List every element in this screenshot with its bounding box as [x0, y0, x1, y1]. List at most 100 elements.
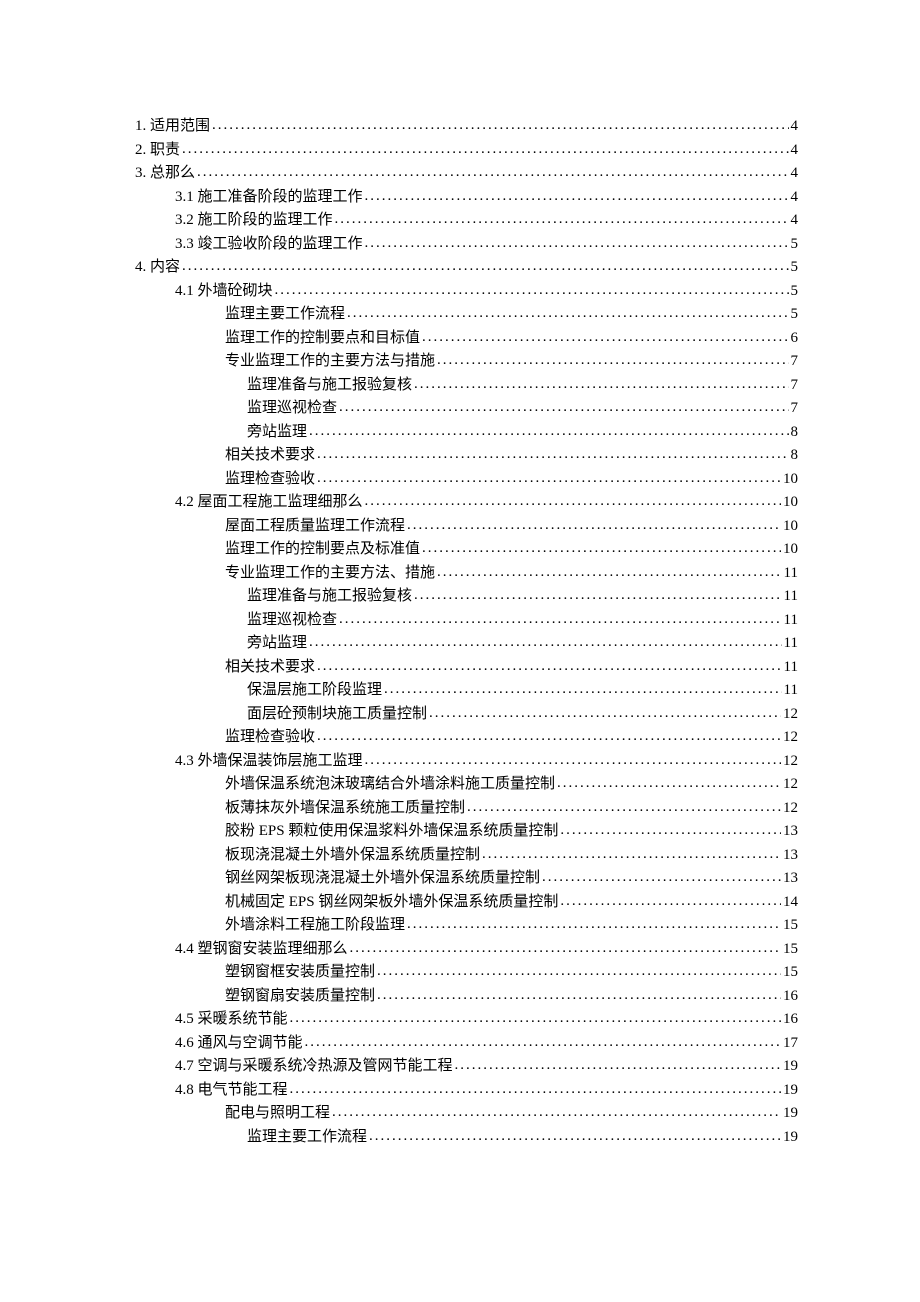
- toc-entry[interactable]: 监理主要工作流程19: [135, 1126, 798, 1149]
- toc-entry[interactable]: 4.7 空调与采暖系统冷热源及管网节能工程 19: [135, 1055, 798, 1078]
- toc-leader-dots: [339, 608, 782, 631]
- toc-entry-page: 15: [783, 914, 798, 937]
- toc-entry[interactable]: 3.2 施工阶段的监理工作 4: [135, 209, 798, 232]
- toc-entry-page: 5: [791, 303, 799, 326]
- toc-entry-label: 面层砼预制块施工质量控制: [247, 703, 427, 726]
- toc-entry[interactable]: 3. 总那么4: [135, 162, 798, 185]
- toc-leader-dots: [365, 490, 781, 513]
- toc-leader-dots: [414, 373, 788, 396]
- toc-entry[interactable]: 胶粉 EPS 颗粒使用保温浆料外墙保温系统质量控制13: [135, 820, 798, 843]
- toc-entry-label: 专业监理工作的主要方法、措施: [225, 562, 435, 585]
- toc-entry[interactable]: 监理巡视检查11: [135, 609, 798, 632]
- toc-entry[interactable]: 机械固定 EPS 钢丝网架板外墙外保温系统质量控制 14: [135, 891, 798, 914]
- toc-entry-label: 屋面工程质量监理工作流程: [225, 515, 405, 538]
- toc-entry-label: 4.1 外墙砼砌块: [175, 280, 273, 303]
- toc-entry-page: 14: [783, 891, 798, 914]
- toc-leader-dots: [212, 114, 788, 137]
- toc-entry-label: 监理工作的控制要点和目标值: [225, 327, 420, 350]
- toc-entry-page: 12: [783, 773, 798, 796]
- toc-entry[interactable]: 监理主要工作流程5: [135, 303, 798, 326]
- toc-entry-label: 机械固定 EPS 钢丝网架板外墙外保温系统质量控制: [225, 891, 558, 914]
- toc-entry[interactable]: 监理工作的控制要点和目标值6: [135, 327, 798, 350]
- toc-leader-dots: [317, 443, 788, 466]
- toc-entry-label: 4.7 空调与采暖系统冷热源及管网节能工程: [175, 1055, 453, 1078]
- toc-entry[interactable]: 板薄抹灰外墙保温系统施工质量控制12: [135, 797, 798, 820]
- toc-entry-page: 16: [783, 985, 798, 1008]
- toc-entry[interactable]: 监理巡视检查7: [135, 397, 798, 420]
- toc-entry[interactable]: 监理检查验收10: [135, 468, 798, 491]
- toc-entry[interactable]: 塑钢窗框安装质量控制15: [135, 961, 798, 984]
- toc-leader-dots: [542, 866, 781, 889]
- toc-leader-dots: [290, 1007, 781, 1030]
- toc-entry[interactable]: 4.1 外墙砼砌块5: [135, 280, 798, 303]
- toc-entry[interactable]: 监理检查验收12: [135, 726, 798, 749]
- toc-entry[interactable]: 相关技术要求8: [135, 444, 798, 467]
- toc-entry-label: 相关技术要求: [225, 656, 315, 679]
- toc-entry-label: 4.3 外墙保温装饰层施工监理: [175, 750, 363, 773]
- toc-entry[interactable]: 4.8 电气节能工程19: [135, 1079, 798, 1102]
- toc-leader-dots: [560, 890, 781, 913]
- toc-entry-label: 监理主要工作流程: [247, 1126, 367, 1149]
- toc-leader-dots: [407, 514, 781, 537]
- toc-entry-label: 4.8 电气节能工程: [175, 1079, 288, 1102]
- toc-entry[interactable]: 4. 内容5: [135, 256, 798, 279]
- toc-entry-label: 监理工作的控制要点及标准值: [225, 538, 420, 561]
- toc-entry[interactable]: 4.4 塑钢窗安装监理细那么15: [135, 938, 798, 961]
- toc-entry[interactable]: 4.2 屋面工程施工监理细那么10: [135, 491, 798, 514]
- toc-entry-label: 专业监理工作的主要方法与措施: [225, 350, 435, 373]
- toc-entry[interactable]: 配电与照明工程19: [135, 1102, 798, 1125]
- toc-entry-label: 板薄抹灰外墙保温系统施工质量控制: [225, 797, 465, 820]
- toc-entry-label: 保温层施工阶段监理: [247, 679, 382, 702]
- toc-entry-page: 11: [784, 585, 798, 608]
- toc-entry-page: 15: [783, 961, 798, 984]
- toc-entry-label: 3.2 施工阶段的监理工作: [175, 209, 333, 232]
- toc-entry-label: 旁站监理: [247, 421, 307, 444]
- toc-entry[interactable]: 钢丝网架板现浇混凝土外墙外保温系统质量控制13: [135, 867, 798, 890]
- toc-leader-dots: [365, 749, 781, 772]
- toc-entry-page: 11: [784, 656, 798, 679]
- toc-entry-label: 2. 职责: [135, 139, 180, 162]
- toc-entry-label: 4.5 采暖系统节能: [175, 1008, 288, 1031]
- toc-entry-page: 11: [784, 562, 798, 585]
- toc-entry[interactable]: 旁站监理11: [135, 632, 798, 655]
- toc-entry[interactable]: 专业监理工作的主要方法、措施 11: [135, 562, 798, 585]
- toc-entry[interactable]: 相关技术要求 11: [135, 656, 798, 679]
- toc-entry[interactable]: 3.3 竣工验收阶段的监理工作5: [135, 233, 798, 256]
- toc-leader-dots: [429, 702, 781, 725]
- toc-entry[interactable]: 3.1 施工准备阶段的监理工作4: [135, 186, 798, 209]
- toc-leader-dots: [335, 208, 789, 231]
- toc-entry[interactable]: 1. 适用范围4: [135, 115, 798, 138]
- toc-entry-page: 12: [783, 750, 798, 773]
- toc-entry[interactable]: 4.5 采暖系统节能16: [135, 1008, 798, 1031]
- toc-entry[interactable]: 4.6 通风与空调节能17: [135, 1032, 798, 1055]
- toc-entry[interactable]: 4.3 外墙保温装饰层施工监理 12: [135, 750, 798, 773]
- toc-entry[interactable]: 2. 职责4: [135, 139, 798, 162]
- toc-leader-dots: [290, 1078, 781, 1101]
- toc-entry[interactable]: 专业监理工作的主要方法与措施7: [135, 350, 798, 373]
- toc-entry[interactable]: 屋面工程质量监理工作流程10: [135, 515, 798, 538]
- toc-entry-page: 19: [783, 1102, 798, 1125]
- toc-entry[interactable]: 外墙涂料工程施工阶段监理15: [135, 914, 798, 937]
- toc-entry[interactable]: 外墙保温系统泡沫玻璃结合外墙涂料施工质量控制12: [135, 773, 798, 796]
- toc-entry-page: 8: [791, 444, 799, 467]
- toc-leader-dots: [560, 819, 781, 842]
- toc-leader-dots: [557, 772, 781, 795]
- toc-entry[interactable]: 监理准备与施工报验复核11: [135, 585, 798, 608]
- toc-entry-label: 1. 适用范围: [135, 115, 210, 138]
- toc-entry-page: 19: [783, 1055, 798, 1078]
- toc-entry[interactable]: 塑钢窗扇安装质量控制16: [135, 985, 798, 1008]
- toc-entry[interactable]: 旁站监理8: [135, 421, 798, 444]
- toc-entry[interactable]: 板现浇混凝土外墙外保温系统质量控制13: [135, 844, 798, 867]
- toc-entry-page: 4: [791, 209, 799, 232]
- toc-entry[interactable]: 面层砼预制块施工质量控制12: [135, 703, 798, 726]
- toc-entry-page: 7: [791, 374, 799, 397]
- toc-entry-label: 监理巡视检查: [247, 397, 337, 420]
- toc-entry[interactable]: 监理准备与施工报验复核 7: [135, 374, 798, 397]
- toc-entry-label: 监理准备与施工报验复核: [247, 374, 412, 397]
- toc-leader-dots: [377, 960, 781, 983]
- toc-entry-page: 11: [784, 632, 798, 655]
- toc-entry[interactable]: 保温层施工阶段监理 11: [135, 679, 798, 702]
- toc-entry-label: 4.6 通风与空调节能: [175, 1032, 303, 1055]
- toc-entry[interactable]: 监理工作的控制要点及标准值10: [135, 538, 798, 561]
- toc-entry-page: 11: [784, 679, 798, 702]
